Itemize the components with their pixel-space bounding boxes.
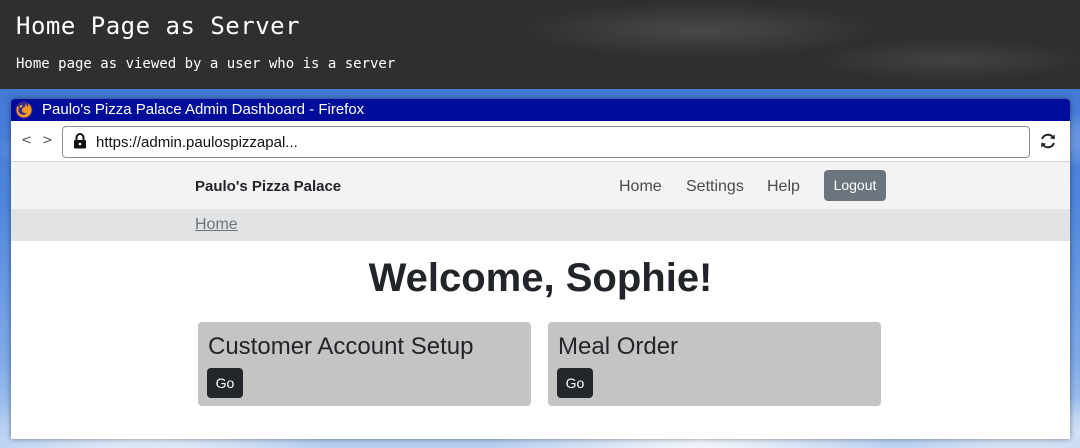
browser-toolbar: < > https://admin.paulospizzapal... — [11, 121, 1070, 162]
card-customer-account-setup: Customer Account Setup Go — [198, 322, 531, 406]
card-title: Meal Order — [558, 333, 679, 360]
breadcrumb-item-home[interactable]: Home — [195, 216, 238, 234]
page-subtitle: Home page as viewed by a user who is a s… — [16, 56, 396, 72]
lock-icon — [74, 133, 86, 149]
reload-icon[interactable] — [1038, 131, 1058, 151]
card-title: Customer Account Setup — [208, 333, 474, 360]
address-bar[interactable]: https://admin.paulospizzapal... — [62, 126, 1030, 158]
window-title: Paulo's Pizza Palace Admin Dashboard - F… — [42, 101, 365, 118]
nav-link-home[interactable]: Home — [619, 178, 662, 196]
site-navbar: Paulo's Pizza Palace Home Settings Help … — [11, 162, 1070, 209]
logout-button[interactable]: Logout — [824, 170, 886, 201]
nav-link-settings[interactable]: Settings — [686, 178, 744, 196]
firefox-icon — [15, 101, 33, 119]
meal-order-go-button[interactable]: Go — [557, 368, 593, 398]
nav-link-help[interactable]: Help — [767, 178, 800, 196]
url-text: https://admin.paulospizzapal... — [96, 134, 298, 151]
back-forward-buttons[interactable]: < > — [21, 133, 56, 148]
page-header: Home Page as Server Home page as viewed … — [0, 0, 1080, 89]
browser-window: Paulo's Pizza Palace Admin Dashboard - F… — [11, 99, 1070, 439]
window-titlebar[interactable]: Paulo's Pizza Palace Admin Dashboard - F… — [11, 99, 1070, 121]
brand-name[interactable]: Paulo's Pizza Palace — [195, 178, 341, 195]
customer-account-setup-go-button[interactable]: Go — [207, 368, 243, 398]
card-meal-order: Meal Order Go — [548, 322, 881, 406]
welcome-heading: Welcome, Sophie! — [368, 256, 713, 300]
breadcrumb: Home — [11, 209, 1070, 241]
page-title: Home Page as Server — [16, 12, 301, 40]
